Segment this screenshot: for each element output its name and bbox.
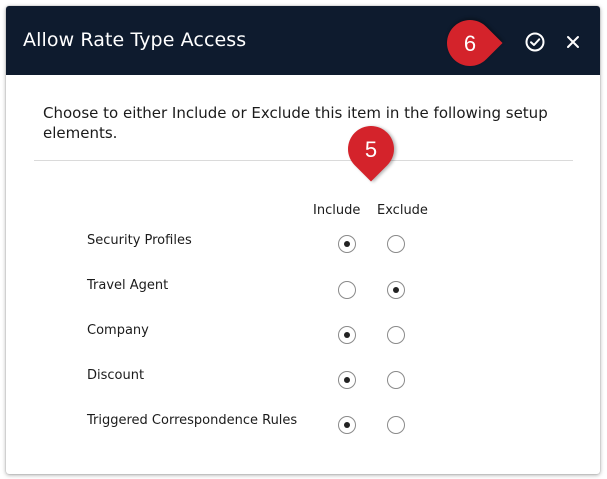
dialog-header: Allow Rate Type Access	[6, 6, 600, 75]
row-label: Company	[87, 323, 149, 338]
include-radio[interactable]	[338, 235, 356, 253]
row-label: Discount	[87, 368, 145, 383]
row-label: Travel Agent	[87, 278, 169, 293]
include-column-header: Include	[313, 203, 361, 218]
row-label: Security Profiles	[87, 233, 192, 248]
exclude-radio[interactable]	[387, 371, 405, 389]
exclude-radio[interactable]	[387, 326, 405, 344]
include-radio[interactable]	[338, 326, 356, 344]
divider	[34, 160, 573, 161]
close-icon	[567, 36, 579, 48]
row-label: Triggered Correspondence Rules	[87, 413, 298, 428]
include-radio[interactable]	[338, 281, 356, 299]
exclude-radio[interactable]	[387, 235, 405, 253]
dialog-description: Choose to either Include or Exclude this…	[43, 104, 548, 142]
save-button[interactable]	[521, 28, 549, 56]
check-circle-icon	[525, 32, 545, 52]
callout-5-number: 5	[364, 137, 378, 162]
dialog-title: Allow Rate Type Access	[23, 29, 247, 51]
include-radio[interactable]	[338, 371, 356, 389]
close-button[interactable]	[559, 28, 587, 56]
exclude-radio[interactable]	[387, 281, 405, 299]
allow-rate-type-access-dialog: Allow Rate Type Access Choose to either …	[6, 6, 600, 474]
exclude-radio[interactable]	[387, 416, 405, 434]
callout-6-number: 6	[463, 31, 477, 56]
exclude-column-header: Exclude	[377, 203, 428, 218]
include-radio[interactable]	[338, 416, 356, 434]
